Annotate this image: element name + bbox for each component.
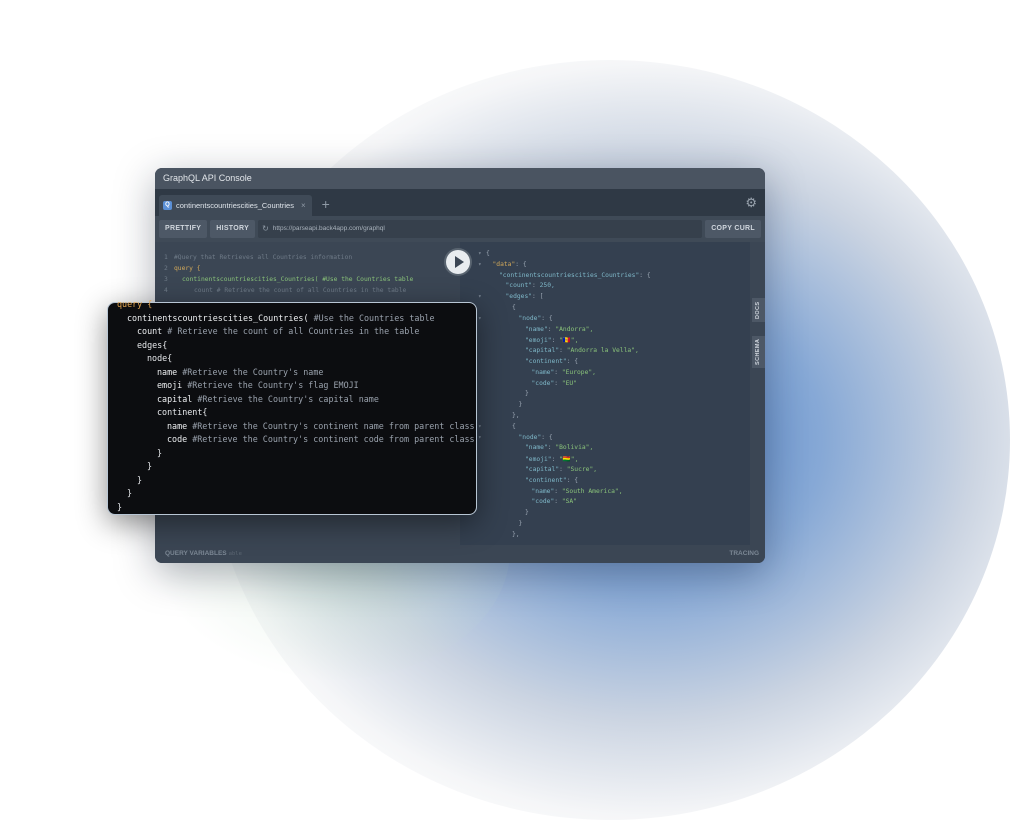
collapse-arrow-icon[interactable]: ▾	[478, 434, 482, 441]
history-button[interactable]: HISTORY	[210, 220, 256, 238]
result-line: },	[512, 412, 520, 419]
result-line: "emoji": "🇦🇩",	[525, 337, 579, 345]
editor-line: 2 query {	[164, 265, 201, 272]
overlay-code-line: }	[157, 447, 163, 458]
overlay-code-line: capital #Retrieve the Country's capital …	[157, 393, 379, 404]
overlay-code-line: node{	[147, 353, 173, 363]
overlay-code-line: name #Retrieve the Country's name	[157, 366, 324, 377]
prettify-button[interactable]: PRETTIFY	[159, 220, 208, 238]
query-variables-label: QUERY VARIABLES	[165, 550, 227, 557]
overlay-code-line: count # Retrieve the count of all Countr…	[137, 326, 420, 336]
footer-bar: QUERY VARIABLES able TRACING	[155, 545, 765, 563]
gear-icon[interactable]: ⚙	[745, 195, 757, 211]
query-icon: Q	[163, 201, 172, 210]
overlay-code-line: }	[137, 474, 143, 485]
toolbar: PRETTIFY HISTORY ↻ https://parseapi.back…	[155, 216, 765, 242]
result-line: "code": "EU"	[531, 379, 578, 387]
editor-line: 3 continentscountriescities_Countries( #U…	[164, 276, 414, 283]
overlay-code-line: continentscountriescities_Countries( #Us…	[127, 312, 435, 323]
collapse-arrow-icon[interactable]: ▾	[478, 315, 482, 322]
result-line: "name": "Andorra",	[525, 325, 594, 333]
result-line: {	[486, 250, 490, 257]
overlay-code-line: edges{	[137, 339, 168, 350]
result-line: "capital": "Sucre",	[525, 466, 598, 473]
overlay-code-line: code #Retrieve the Country's continent c…	[167, 434, 475, 444]
close-icon[interactable]: ×	[301, 201, 306, 210]
tab-countries-query[interactable]: Q continentscountriescities_Countries ×	[159, 195, 312, 216]
result-line: "code": "SA"	[531, 498, 578, 506]
result-line: }	[518, 401, 523, 409]
result-line: {	[512, 422, 516, 430]
result-line: "continent": {	[525, 476, 579, 484]
collapse-arrow-icon[interactable]: ▾	[478, 250, 482, 257]
overlay-code-line: name #Retrieve the Country's continent n…	[167, 420, 475, 431]
overlay-code-line: query {	[117, 299, 153, 309]
docs-side-tab[interactable]: DOCS	[752, 298, 765, 322]
plus-icon[interactable]: +	[322, 196, 330, 212]
result-line: "name": "Bolivia",	[525, 444, 594, 452]
result-line: "name": "South America",	[531, 487, 623, 495]
result-line: "node": {	[518, 433, 553, 441]
tab-bar: Q continentscountriescities_Countries × …	[155, 189, 765, 216]
overlay-code-line: emoji #Retrieve the Country's flag EMOJI	[157, 380, 359, 390]
collapse-arrow-icon[interactable]: ▾	[478, 261, 482, 268]
editor-line: 1 #Query that Retrieves all Countries inf…	[164, 254, 353, 261]
result-line: }	[518, 520, 523, 527]
result-line: "capital": "Andorra la Vella",	[525, 347, 639, 355]
result-line: "edges": [	[505, 293, 544, 301]
copy-curl-button[interactable]: COPY CURL	[705, 220, 761, 238]
tracing-toggle[interactable]: TRACING	[729, 545, 759, 563]
result-line: }	[525, 390, 529, 398]
result-line: "emoji": "🇧🇴",	[525, 456, 579, 464]
overlay-code-line: }	[127, 488, 133, 498]
query-code-overlay: query { continentscountriescities_Countri…	[107, 299, 477, 515]
query-variables-toggle[interactable]: QUERY VARIABLES able	[165, 545, 242, 563]
result-line: {	[512, 304, 516, 311]
execute-query-button[interactable]	[446, 250, 470, 274]
result-line: "node": {	[518, 314, 553, 322]
window-title: GraphQL API Console	[155, 168, 765, 189]
result-line: "name": "Europe",	[531, 368, 596, 376]
endpoint-url-text: https://parseapi.back4app.com/graphql	[272, 225, 385, 232]
query-variables-sub: able	[228, 551, 242, 557]
result-line: "continent": {	[525, 358, 579, 365]
overlay-code-line: continent{	[157, 407, 208, 417]
result-line: "continentscountriescities_Countries": {	[499, 271, 651, 279]
result-line: "data": {	[492, 260, 527, 268]
collapse-arrow-icon[interactable]: ▾	[478, 423, 482, 430]
result-line: }	[525, 509, 529, 517]
editor-line: 4 count # Retrieve the count of all Count…	[164, 287, 407, 294]
results-panel: { ▾ "data": { ▾ "continentscountriescities_C…	[460, 242, 750, 545]
schema-side-tab[interactable]: SCHEMA	[752, 336, 765, 368]
result-line: },	[512, 530, 520, 538]
reload-icon[interactable]: ↻	[262, 220, 269, 238]
overlay-code-line: }	[117, 501, 123, 512]
overlay-code-line: }	[147, 461, 153, 471]
endpoint-url-field[interactable]: ↻ https://parseapi.back4app.com/graphql	[258, 220, 703, 238]
tab-label: continentscountriescities_Countries	[176, 201, 294, 210]
collapse-arrow-icon[interactable]: ▾	[478, 293, 482, 300]
result-line: "count": 250,	[505, 282, 555, 290]
